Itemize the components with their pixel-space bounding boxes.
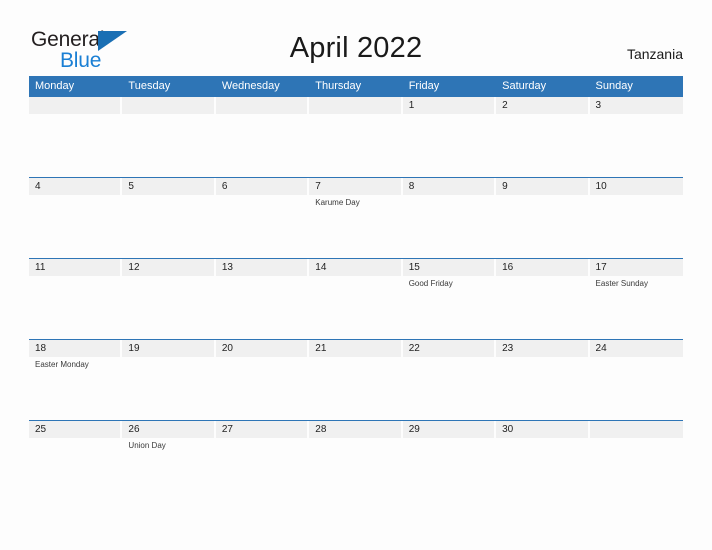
weekday-header-friday: Friday — [408, 80, 440, 92]
calendar-day-19[interactable]: 19 — [122, 340, 215, 420]
day-number: 19 — [128, 343, 140, 354]
calendar-day-empty — [309, 97, 402, 177]
calendar-day-27[interactable]: 27 — [216, 421, 309, 501]
day-number: 16 — [502, 262, 514, 273]
day-number: 20 — [221, 343, 233, 354]
calendar-day-empty — [590, 421, 683, 501]
day-number: 29 — [408, 424, 420, 435]
weekday-header-wednesday: Wednesday — [221, 80, 280, 92]
day-number: 27 — [221, 424, 233, 435]
page-title: April 2022 — [289, 32, 423, 64]
calendar-day-7[interactable]: 7 Karume Day — [309, 178, 402, 258]
day-number: 26 — [128, 424, 140, 435]
weekday-header-sunday: Sunday — [595, 80, 633, 92]
calendar-day-20[interactable]: 20 — [216, 340, 309, 420]
day-number: 10 — [595, 181, 607, 192]
day-number: 8 — [408, 181, 415, 192]
day-number: 24 — [595, 343, 607, 354]
calendar-day-empty — [29, 97, 122, 177]
calendar-week-row: 25 26 Union Day 27 28 29 30 — [29, 420, 683, 501]
day-number: 13 — [221, 262, 233, 273]
calendar-day-30[interactable]: 30 — [496, 421, 589, 501]
calendar-weeks: 1 2 3 4 5 6 7 Karume Day 8 9 10 11 12 13 14 15 Good Frid… — [29, 97, 683, 501]
calendar-grid: Monday Tuesday Wednesday Thursday Friday Satu… — [29, 76, 683, 501]
day-cells: 4 5 6 7 Karume Day 8 9 10 — [29, 178, 683, 258]
calendar-day-empty — [216, 97, 309, 177]
calendar-day-3[interactable]: 3 — [590, 97, 683, 177]
calendar-day-28[interactable]: 28 — [309, 421, 402, 501]
calendar-day-29[interactable]: 29 — [403, 421, 496, 501]
calendar-day-6[interactable]: 6 — [216, 178, 309, 258]
calendar-day-11[interactable]: 11 — [29, 259, 122, 339]
day-event-label: Union Day — [128, 441, 166, 450]
day-number: 25 — [35, 424, 47, 435]
weekday-header-thursday: Thursday — [315, 80, 362, 92]
calendar-week-row: 4 5 6 7 Karume Day 8 9 10 — [29, 177, 683, 258]
day-cells: 25 26 Union Day 27 28 29 30 — [29, 421, 683, 501]
day-number: 2 — [502, 100, 508, 111]
calendar-day-4[interactable]: 4 — [29, 178, 122, 258]
day-cells: 1 2 3 — [29, 97, 683, 177]
page-header: General Blue April 2022 Tanzania — [0, 0, 712, 76]
weekday-header-row: Monday Tuesday Wednesday Thursday Friday Satu… — [29, 76, 683, 97]
day-number: 14 — [315, 262, 327, 273]
weekday-header-tuesday: Tuesday — [128, 80, 171, 92]
day-event-label: Easter Sunday — [595, 279, 649, 288]
calendar-day-9[interactable]: 9 — [496, 178, 589, 258]
calendar-day-23[interactable]: 23 — [496, 340, 589, 420]
day-number: 28 — [315, 424, 327, 435]
calendar-day-1[interactable]: 1 — [403, 97, 496, 177]
calendar-week-row: 11 12 13 14 15 Good Friday 16 17 Easter Sunday — [29, 258, 683, 339]
country-label: Tanzania — [626, 46, 683, 62]
day-event-label: Good Friday — [408, 279, 453, 288]
day-number: 5 — [128, 181, 134, 192]
calendar-day-empty — [122, 97, 215, 177]
day-number: 12 — [128, 262, 140, 273]
day-event-label: Easter Monday — [35, 360, 89, 369]
calendar-day-8[interactable]: 8 — [403, 178, 496, 258]
day-number: 1 — [408, 100, 415, 111]
calendar-week-row: 18 Easter Monday 19 20 21 22 23 24 — [29, 339, 683, 420]
day-number: 18 — [35, 343, 47, 354]
calendar-day-17[interactable]: 17 Easter Sunday — [590, 259, 683, 339]
calendar-day-12[interactable]: 12 — [122, 259, 215, 339]
calendar-day-16[interactable]: 16 — [496, 259, 589, 339]
day-number: 3 — [595, 100, 602, 111]
calendar-week-row: 1 2 3 — [29, 97, 683, 177]
day-number: 17 — [595, 262, 607, 273]
calendar-day-15[interactable]: 15 Good Friday — [403, 259, 496, 339]
day-number: 9 — [502, 181, 508, 192]
day-number: 11 — [35, 262, 46, 273]
calendar-day-10[interactable]: 10 — [590, 178, 683, 258]
calendar-day-2[interactable]: 2 — [496, 97, 589, 177]
calendar-day-14[interactable]: 14 — [309, 259, 402, 339]
calendar-day-26[interactable]: 26 Union Day — [122, 421, 215, 501]
calendar-day-13[interactable]: 13 — [216, 259, 309, 339]
calendar-day-5[interactable]: 5 — [122, 178, 215, 258]
day-number: 15 — [408, 262, 420, 273]
calendar-day-22[interactable]: 22 — [403, 340, 496, 420]
day-cells: 11 12 13 14 15 Good Friday 16 17 Easter Sunday — [29, 259, 683, 339]
day-event-label: Karume Day — [315, 198, 360, 207]
calendar-day-25[interactable]: 25 — [29, 421, 122, 501]
calendar-day-18[interactable]: 18 Easter Monday — [29, 340, 122, 420]
day-number: 22 — [408, 343, 420, 354]
calendar-day-21[interactable]: 21 — [309, 340, 402, 420]
day-number: 4 — [35, 181, 41, 192]
calendar-day-24[interactable]: 24 — [590, 340, 683, 420]
day-cells: 18 Easter Monday 19 20 21 22 23 24 — [29, 340, 683, 420]
day-number: 30 — [502, 424, 514, 435]
day-number: 6 — [221, 181, 228, 192]
day-number: 7 — [315, 181, 321, 192]
day-number: 21 — [315, 343, 327, 354]
weekday-header-saturday: Saturday — [502, 80, 547, 92]
day-number: 23 — [502, 343, 514, 354]
weekday-header-monday: Monday — [35, 80, 75, 92]
